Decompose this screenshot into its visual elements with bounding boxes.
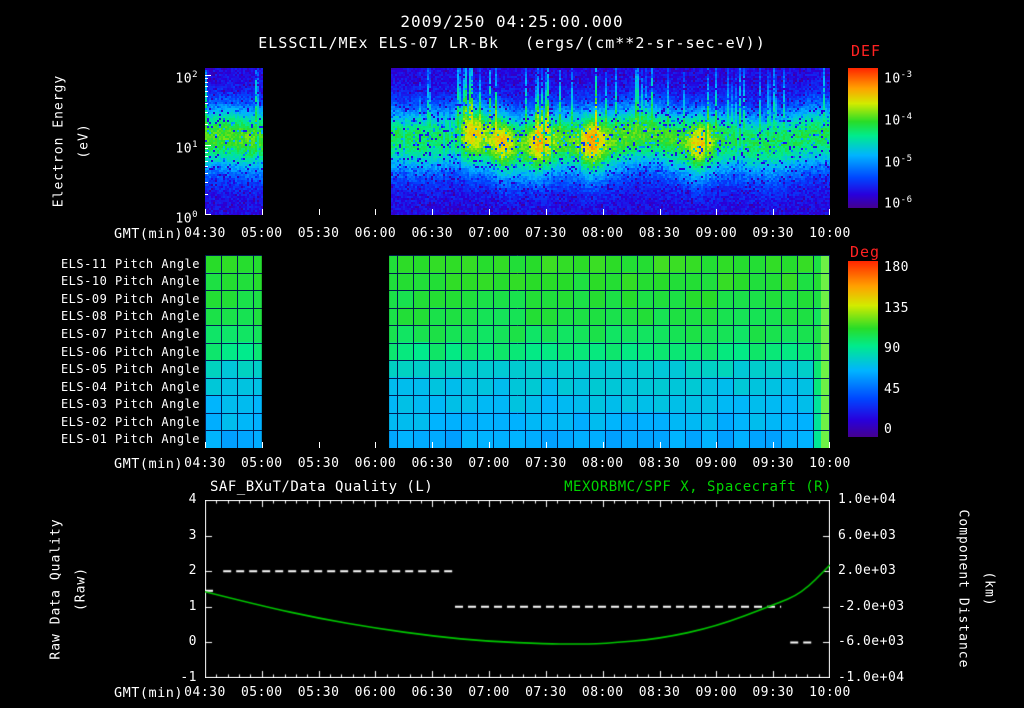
time-tick-label: 10:00 [809, 685, 851, 700]
time-tick-label: 08:00 [581, 685, 624, 700]
time-tick-label: 08:30 [638, 685, 681, 700]
time-tick-label: 06:00 [354, 685, 397, 700]
time-tick-label: 07:30 [525, 685, 567, 700]
line-time-axis: GMT(min) 04:30 05:00 05:30 06:00 06:30 07:00 0… [0, 0, 1024, 708]
time-tick-label: 06:30 [411, 685, 454, 700]
time-tick-label: 07:00 [468, 685, 510, 700]
time-tick-label: 05:00 [240, 685, 283, 700]
time-tick-label: 04:30 [184, 685, 226, 700]
gmt-axis-label: GMT(min) [113, 685, 183, 701]
time-tick-label: 09:00 [695, 685, 738, 700]
time-tick-label: 05:30 [297, 685, 340, 700]
els-quicklook-screen: 2009/250 04:25:00.000 ELSSCIL/MEx ELS-07… [0, 0, 1024, 708]
time-tick-label: 09:30 [752, 685, 794, 700]
